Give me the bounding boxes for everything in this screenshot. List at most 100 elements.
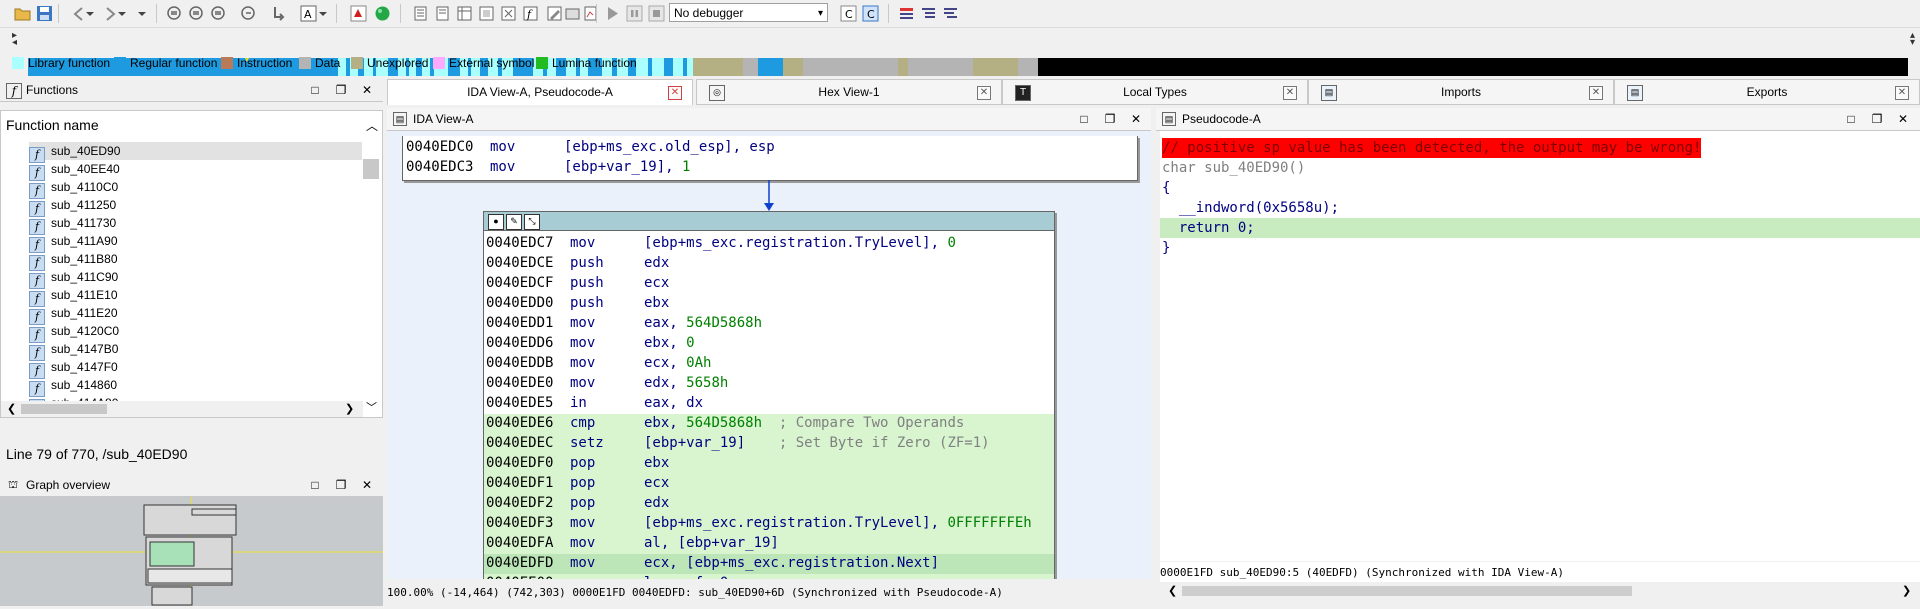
function-list-item[interactable]: f sub_40EE40 <box>29 160 120 181</box>
stop-icon[interactable] <box>350 5 367 22</box>
jump-arrow-icon[interactable] <box>270 5 287 22</box>
functions-hscroll-thumb[interactable] <box>21 404 107 414</box>
edit-icon[interactable] <box>546 5 563 22</box>
nav-scroll-left-icon[interactable]: ▸ ◂ <box>12 31 22 48</box>
function-name-column-header[interactable]: Function name <box>6 117 99 133</box>
maximize-icon[interactable]: □ <box>1077 112 1091 126</box>
close-icon[interactable]: ✕ <box>1895 86 1909 100</box>
asm-line[interactable]: 0040EDE5 in eax, dx <box>486 393 703 413</box>
function-list-item[interactable]: f sub_414860 <box>29 376 117 397</box>
function-list-item[interactable]: f sub_4147B0 <box>29 340 118 361</box>
close-icon[interactable]: ✕ <box>1283 86 1297 100</box>
function-list-item[interactable]: f sub_4110C0 <box>29 178 118 199</box>
restore-icon[interactable]: ❐ <box>1870 112 1884 126</box>
tab-exports[interactable]: ▤ Exports ✕ <box>1614 79 1920 105</box>
asm-line[interactable]: 0040EDDB mov ecx, 0Ah <box>486 353 711 373</box>
function-list-item[interactable]: f sub_411B80 <box>29 250 118 271</box>
list-indent-icon[interactable] <box>920 5 937 22</box>
tab-local-types[interactable]: T Local Types ✕ <box>1002 79 1308 105</box>
asm-line[interactable]: 0040EDFA mov al, [ebp+var_19] <box>486 533 779 553</box>
function-list-item[interactable]: f sub_4147F0 <box>29 358 118 379</box>
close-icon[interactable]: ✕ <box>668 86 682 100</box>
function-icon[interactable]: f <box>522 5 539 22</box>
open-folder-icon[interactable] <box>14 5 31 22</box>
stop-debug-icon[interactable] <box>648 5 665 22</box>
function-list-item[interactable]: f sub_40ED90 <box>29 142 120 163</box>
close-icon[interactable]: ✕ <box>1129 112 1143 126</box>
pseudocode-view[interactable]: // positive sp value has been detected, … <box>1160 131 1920 561</box>
asm-line[interactable]: 0040EDD0 push ebx <box>486 293 669 313</box>
function-list-item[interactable]: f sub_411250 <box>29 196 116 217</box>
debug-option-c-active-icon[interactable]: C <box>862 5 879 22</box>
forward-dropdown-icon[interactable] <box>117 5 127 22</box>
functions-vscroll-thumb[interactable] <box>363 159 379 179</box>
asm-line[interactable]: 0040EDD1 mov eax, 564D5868h <box>486 313 762 333</box>
save-icon[interactable] <box>36 5 53 22</box>
immediate-search-icon[interactable] <box>210 5 227 22</box>
array-icon[interactable] <box>478 5 495 22</box>
pseudocode-line[interactable]: } <box>1162 238 1170 258</box>
pause-icon[interactable] <box>626 5 643 22</box>
functions-hscroll[interactable]: ❮ ❯ <box>1 401 363 417</box>
scroll-right-icon[interactable]: ❯ <box>345 402 354 415</box>
scroll-left-icon[interactable]: ❮ <box>7 402 16 415</box>
asm-line[interactable]: 0040EDCF push ecx <box>486 273 669 293</box>
tab-ida-view-pseudocode[interactable]: IDA View-A, Pseudocode-A ✕ <box>387 79 693 105</box>
ida-graph-view[interactable]: 0040EDC0 mov [ebp+ms_exc.old_esp], esp 0040… <box>387 131 1151 579</box>
graph-overview-canvas[interactable] <box>0 497 383 606</box>
asm-line[interactable]: 0040EDFD mov ecx, [ebp+ms_exc.registration… <box>486 553 939 573</box>
function-list-item[interactable]: f sub_411730 <box>29 214 116 235</box>
close-icon[interactable]: ✕ <box>360 83 374 97</box>
asm-line[interactable]: 0040EDEC setz [ebp+var_19] ; Set Byte if Z… <box>486 433 990 453</box>
asm-line[interactable]: 0040EDC7 mov [ebp+ms_exc.registration.TryL… <box>486 233 956 253</box>
list-view-icon[interactable] <box>898 5 915 22</box>
scroll-left-icon[interactable]: ❮ <box>1168 584 1177 597</box>
asm-line[interactable]: 0040EDF1 pop ecx <box>486 473 669 493</box>
asm-line[interactable]: 0040EDD6 mov ebx, 0 <box>486 333 695 353</box>
close-icon[interactable]: ✕ <box>977 86 991 100</box>
tab-hex-view[interactable]: ◎ Hex View-1 ✕ <box>696 79 1002 105</box>
pseudocode-line[interactable]: char sub_40ED90() <box>1162 158 1305 178</box>
play-icon[interactable] <box>604 5 621 22</box>
data-icon[interactable] <box>434 5 451 22</box>
asm-line[interactable]: 0040EDF2 pop edx <box>486 493 669 513</box>
function-list-item[interactable]: f sub_411C90 <box>29 268 118 289</box>
scroll-down-icon[interactable]: ﹀ <box>366 399 377 415</box>
pseudocode-line[interactable]: return 0; <box>1162 218 1255 238</box>
maximize-icon[interactable]: □ <box>308 83 322 97</box>
asm-line[interactable]: 0040EDE6 cmp ebx, 564D5868h ; Compare Two … <box>486 413 964 433</box>
debug-option-c-icon[interactable]: C <box>840 5 857 22</box>
restore-icon[interactable]: ❐ <box>334 478 348 492</box>
back-dropdown-icon[interactable] <box>85 5 95 22</box>
sort-chevron-up-icon[interactable]: ︿ <box>366 117 378 134</box>
jump-address-icon[interactable] <box>240 5 257 22</box>
function-list-item[interactable]: f sub_4120C0 <box>29 322 119 343</box>
pseudocode-hscroll[interactable]: ❮ ❯ <box>1160 583 1920 599</box>
asm-line[interactable]: 0040EDF3 mov [ebp+ms_exc.registration.TryL… <box>486 513 1032 533</box>
maximize-icon[interactable]: □ <box>308 478 322 492</box>
function-list-item[interactable]: f sub_411A90 <box>29 232 118 253</box>
text-view-dropdown-icon[interactable] <box>318 5 328 22</box>
main-code-block[interactable]: ● ✎ ⤡ 0040EDC7 mov [ebp+ms_exc.registratio… <box>483 211 1055 579</box>
scroll-right-icon[interactable]: ❯ <box>1902 584 1911 597</box>
function-list-item[interactable]: f sub_411E10 <box>29 286 118 307</box>
debugger-select[interactable]: No debugger ▾ <box>669 3 828 22</box>
close-icon[interactable]: ✕ <box>1896 112 1910 126</box>
asm-line[interactable]: 0040EDF0 pop ebx <box>486 453 669 473</box>
text-search-icon[interactable] <box>188 5 205 22</box>
text-view-icon[interactable]: A <box>300 5 317 22</box>
asm-line[interactable]: 0040EDCE push edx <box>486 253 669 273</box>
close-icon[interactable]: ✕ <box>360 478 374 492</box>
undefine-icon[interactable] <box>500 5 517 22</box>
block-edit-icon[interactable]: ✎ <box>506 214 522 230</box>
patch-icon[interactable] <box>564 5 581 22</box>
maximize-icon[interactable]: □ <box>1844 112 1858 126</box>
pseudocode-line[interactable]: { <box>1162 178 1170 198</box>
restore-icon[interactable]: ❐ <box>1103 112 1117 126</box>
close-icon[interactable]: ✕ <box>1589 86 1603 100</box>
pseudocode-line[interactable]: __indword(0x5658u); <box>1162 198 1339 218</box>
restore-icon[interactable]: ❐ <box>334 83 348 97</box>
binary-search-icon[interactable] <box>166 5 183 22</box>
struct-icon[interactable] <box>456 5 473 22</box>
list-outdent-icon[interactable] <box>942 5 959 22</box>
